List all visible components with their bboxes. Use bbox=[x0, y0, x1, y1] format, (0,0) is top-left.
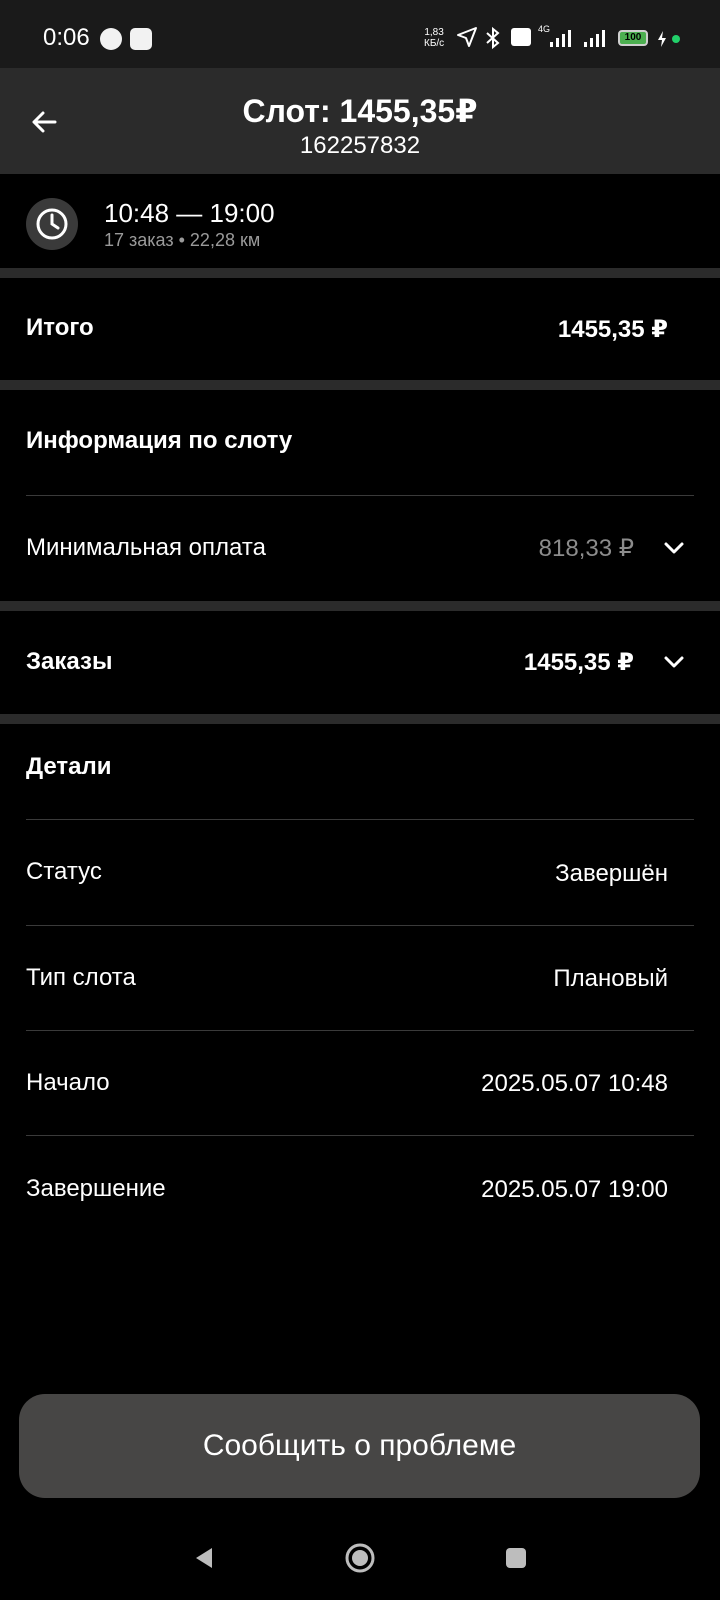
app-header: Слот: 1455,35₽ 162257832 bbox=[0, 68, 720, 174]
start-label: Начало bbox=[26, 1069, 110, 1096]
slot-info-heading: Информация по слоту bbox=[26, 427, 293, 454]
nav-home-icon bbox=[345, 1543, 375, 1573]
section-divider bbox=[0, 714, 720, 724]
section-divider bbox=[0, 268, 720, 278]
slot-type-label: Тип слота bbox=[26, 964, 136, 991]
row-divider bbox=[26, 1030, 694, 1031]
min-payment-value: 818,33 ₽ bbox=[538, 535, 634, 562]
slot-meta: 17 заказ • 22,28 км bbox=[104, 230, 261, 250]
chevron-down-icon bbox=[664, 542, 684, 554]
battery-icon: 100 bbox=[618, 30, 648, 46]
section-divider bbox=[0, 601, 720, 611]
row-divider bbox=[26, 1135, 694, 1136]
section-divider bbox=[0, 380, 720, 390]
clock-badge bbox=[26, 198, 78, 250]
nav-home-button[interactable] bbox=[340, 1538, 380, 1578]
total-value: 1455,35 ₽ bbox=[557, 316, 668, 343]
network-speed: 1,83 КБ/с bbox=[424, 27, 445, 49]
page-title: Слот: 1455,35₽ bbox=[242, 93, 478, 129]
privacy-indicator-dot bbox=[672, 35, 680, 43]
status-label: Статус bbox=[26, 858, 102, 885]
location-icon bbox=[457, 27, 477, 47]
bluetooth-icon bbox=[486, 26, 500, 50]
app-notification-icon bbox=[100, 28, 122, 50]
end-label: Завершение bbox=[26, 1175, 166, 1202]
volte-icon bbox=[511, 28, 531, 46]
total-label: Итого bbox=[26, 314, 94, 341]
nav-recents-button[interactable] bbox=[496, 1538, 536, 1578]
slot-time-range: 10:48 — 19:00 bbox=[104, 198, 275, 228]
system-nav-bar bbox=[0, 1520, 720, 1600]
report-problem-button[interactable]: Сообщить о проблеме bbox=[19, 1394, 700, 1498]
orders-value: 1455,35 ₽ bbox=[523, 649, 634, 676]
nav-recents-icon bbox=[506, 1548, 526, 1568]
signal-icon bbox=[550, 30, 571, 47]
slot-time-block: 10:48 — 19:00 17 заказ • 22,28 км bbox=[0, 174, 720, 268]
status-bar: 0:06 1,83 КБ/с 4G 100 bbox=[0, 0, 720, 68]
slot-type-value: Плановый bbox=[553, 965, 668, 992]
row-divider bbox=[26, 819, 694, 820]
chevron-down-icon bbox=[664, 656, 684, 668]
row-divider bbox=[26, 495, 694, 496]
nav-back-button[interactable] bbox=[184, 1538, 224, 1578]
row-divider bbox=[26, 925, 694, 926]
min-payment-label: Минимальная оплата bbox=[26, 534, 266, 561]
status-value: Завершён bbox=[555, 860, 668, 887]
end-value: 2025.05.07 19:00 bbox=[481, 1176, 668, 1203]
app-notification-icon bbox=[130, 28, 152, 50]
status-time: 0:06 bbox=[43, 24, 90, 51]
signal-icon bbox=[584, 30, 605, 47]
charging-icon bbox=[658, 31, 666, 47]
nav-back-icon bbox=[196, 1548, 212, 1568]
clock-icon bbox=[36, 208, 68, 240]
details-heading: Детали bbox=[26, 753, 112, 780]
start-value: 2025.05.07 10:48 bbox=[481, 1070, 668, 1097]
orders-label: Заказы bbox=[26, 648, 113, 675]
slot-id: 162257832 bbox=[299, 132, 421, 159]
